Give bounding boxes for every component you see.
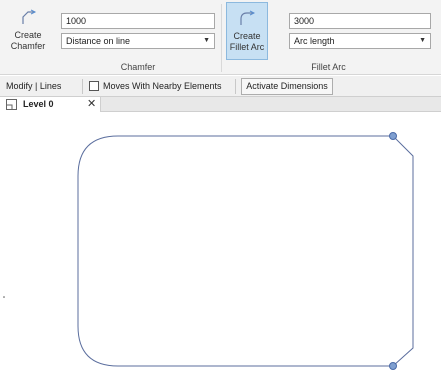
tab-label: Level 0 [23,99,54,109]
create-chamfer-icon [22,9,37,24]
moves-with-nearby-label[interactable]: Moves With Nearby Elements [103,81,222,91]
endpoint-grip[interactable] [389,132,397,140]
floor-plan-view-icon [6,99,17,110]
panel-divider [221,4,222,72]
create-fillet-arc-label-1: Create [233,31,261,41]
fillet-length-input[interactable]: 3000 [289,13,431,29]
chevron-down-icon: ▼ [203,37,210,44]
options-divider [82,79,83,94]
create-fillet-arc-button[interactable]: Create Fillet Arc [226,2,268,60]
options-divider [235,79,236,94]
close-icon[interactable]: ✕ [87,97,96,110]
fillet-mode-value: Arc length [294,36,335,46]
drawing-canvas[interactable] [0,113,441,377]
tab-level-0[interactable]: Level 0 ✕ [0,97,101,112]
chamfer-distance-input[interactable]: 1000 [61,13,215,29]
sketch-area [3,132,414,370]
origin-dot [3,296,5,298]
create-fillet-arc-label-2: Fillet Arc [229,42,265,52]
create-fillet-arc-icon [240,10,256,25]
chamfer-mode-value: Distance on line [66,36,131,46]
activate-dimensions-button[interactable]: Activate Dimensions [241,78,333,95]
chamfer-panel-label: Chamfer [120,62,156,72]
fillet-length-value: 3000 [294,16,315,26]
fillet-panel-label: Fillet Arc [311,62,346,72]
create-chamfer-button[interactable]: Create Chamfer [6,2,50,60]
chamfer-mode-select[interactable]: Distance on line ▼ [61,33,215,49]
fillet-mode-select[interactable]: Arc length ▼ [289,33,431,49]
ribbon: Create Chamfer 1000 Distance on line ▼ C… [0,0,441,75]
view-tab-bar: Level 0 ✕ [0,97,441,112]
context-label: Modify | Lines [6,81,62,91]
chamfer-distance-value: 1000 [66,16,87,26]
sketch-outline[interactable] [77,135,414,367]
options-bar: Modify | Lines Moves With Nearby Element… [0,76,441,97]
chevron-down-icon: ▼ [419,37,426,44]
create-chamfer-label-1: Create [14,30,42,40]
moves-with-nearby-checkbox[interactable] [89,81,99,91]
create-chamfer-label-2: Chamfer [10,41,46,51]
endpoint-grip[interactable] [389,362,397,370]
